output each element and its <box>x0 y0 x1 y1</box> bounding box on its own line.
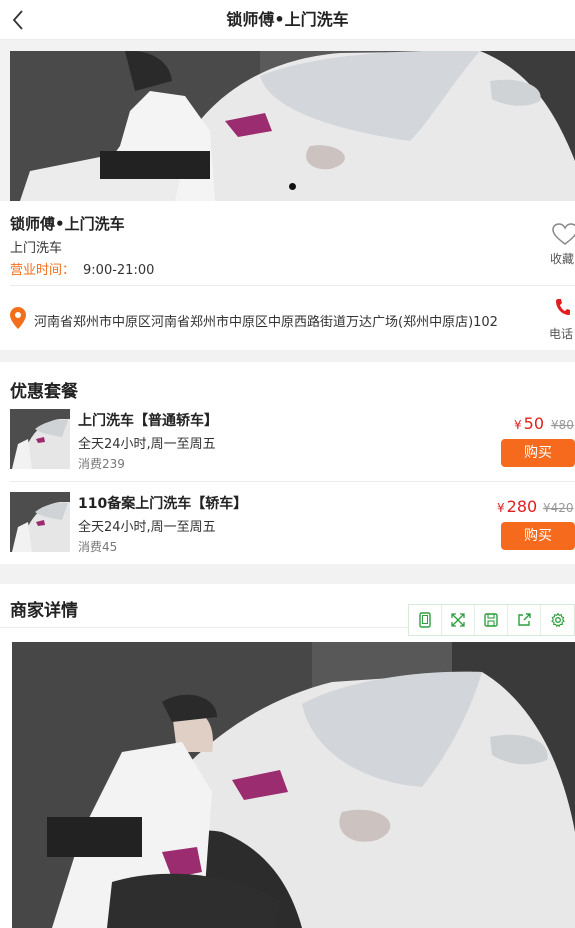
save-icon <box>484 613 498 627</box>
save-button[interactable] <box>475 605 508 635</box>
hours-label: 营业时间： <box>10 263 76 278</box>
deals-title: 优惠套餐 <box>10 382 78 402</box>
deal-description: 全天24小时,周一至周五 <box>78 520 216 535</box>
price-value: 280 <box>506 497 538 516</box>
heart-icon <box>552 223 575 245</box>
carousel-indicator[interactable] <box>289 183 296 190</box>
divider <box>10 481 575 482</box>
shop-category: 上门洗车 <box>10 241 63 256</box>
deal-name: 110备案上门洗车【轿车】 <box>78 496 248 512</box>
deal-name: 上门洗车【普通轿车】 <box>78 413 218 429</box>
top-bar: 锁师傅•上门洗车 <box>0 0 575 40</box>
settings-button[interactable] <box>541 605 574 635</box>
call-button[interactable]: 电话 <box>545 298 575 342</box>
share-button[interactable] <box>508 605 541 635</box>
page-title: 锁师傅•上门洗车 <box>226 10 349 29</box>
deal-sold-count: 消费239 <box>78 457 125 471</box>
price-value: 50 <box>523 414 544 433</box>
currency-symbol: ¥ <box>497 501 505 515</box>
buy-button[interactable]: 购买 <box>501 439 575 467</box>
hours-value: 9:00-21:00 <box>83 263 155 278</box>
phone-mode-button[interactable] <box>409 605 442 635</box>
fullscreen-icon <box>451 613 465 627</box>
buy-button[interactable]: 购买 <box>501 522 575 550</box>
settings-icon <box>550 612 565 628</box>
details-image <box>12 642 575 928</box>
car-wash-photo <box>10 51 575 201</box>
phone-icon <box>556 299 570 315</box>
details-title: 商家详情 <box>10 601 78 621</box>
favorite-button[interactable]: 收藏 <box>545 222 575 268</box>
app-screen: 锁师傅•上门洗车 锁师傅•上门洗车 上门洗车 营业时间： 9:00-21:00 收… <box>0 0 575 928</box>
favorite-label: 收藏 <box>550 252 575 266</box>
banner-image[interactable] <box>10 51 575 201</box>
fullscreen-button[interactable] <box>442 605 475 635</box>
deal-item[interactable]: 110备案上门洗车【轿车】 全天24小时,周一至周五 消费45 ¥280 ¥42… <box>0 485 575 561</box>
floating-toolbar <box>408 604 575 636</box>
deal-thumbnail <box>10 409 70 469</box>
phone-icon <box>419 612 431 628</box>
deal-sold-count: 消费45 <box>78 540 118 554</box>
deal-original-price: ¥80 <box>551 418 574 432</box>
share-icon <box>518 613 531 626</box>
location-pin-icon <box>10 307 26 329</box>
business-hours: 营业时间： 9:00-21:00 <box>10 259 154 278</box>
deal-price: ¥50 <box>514 414 544 433</box>
divider <box>10 285 575 286</box>
deal-price: ¥280 <box>497 497 537 516</box>
shop-name: 锁师傅•上门洗车 <box>10 215 125 233</box>
deal-item[interactable]: 上门洗车【普通轿车】 全天24小时,周一至周五 消费239 ¥50 ¥80 购买 <box>0 402 575 478</box>
deal-thumbnail <box>10 492 70 552</box>
shop-address[interactable]: 河南省郑州市中原区河南省郑州市中原区中原西路街道万达广场(郑州中原店)102 <box>34 311 498 330</box>
call-label: 电话 <box>549 327 574 341</box>
deal-description: 全天24小时,周一至周五 <box>78 437 216 452</box>
deal-original-price: ¥420 <box>543 501 574 515</box>
currency-symbol: ¥ <box>514 418 522 432</box>
